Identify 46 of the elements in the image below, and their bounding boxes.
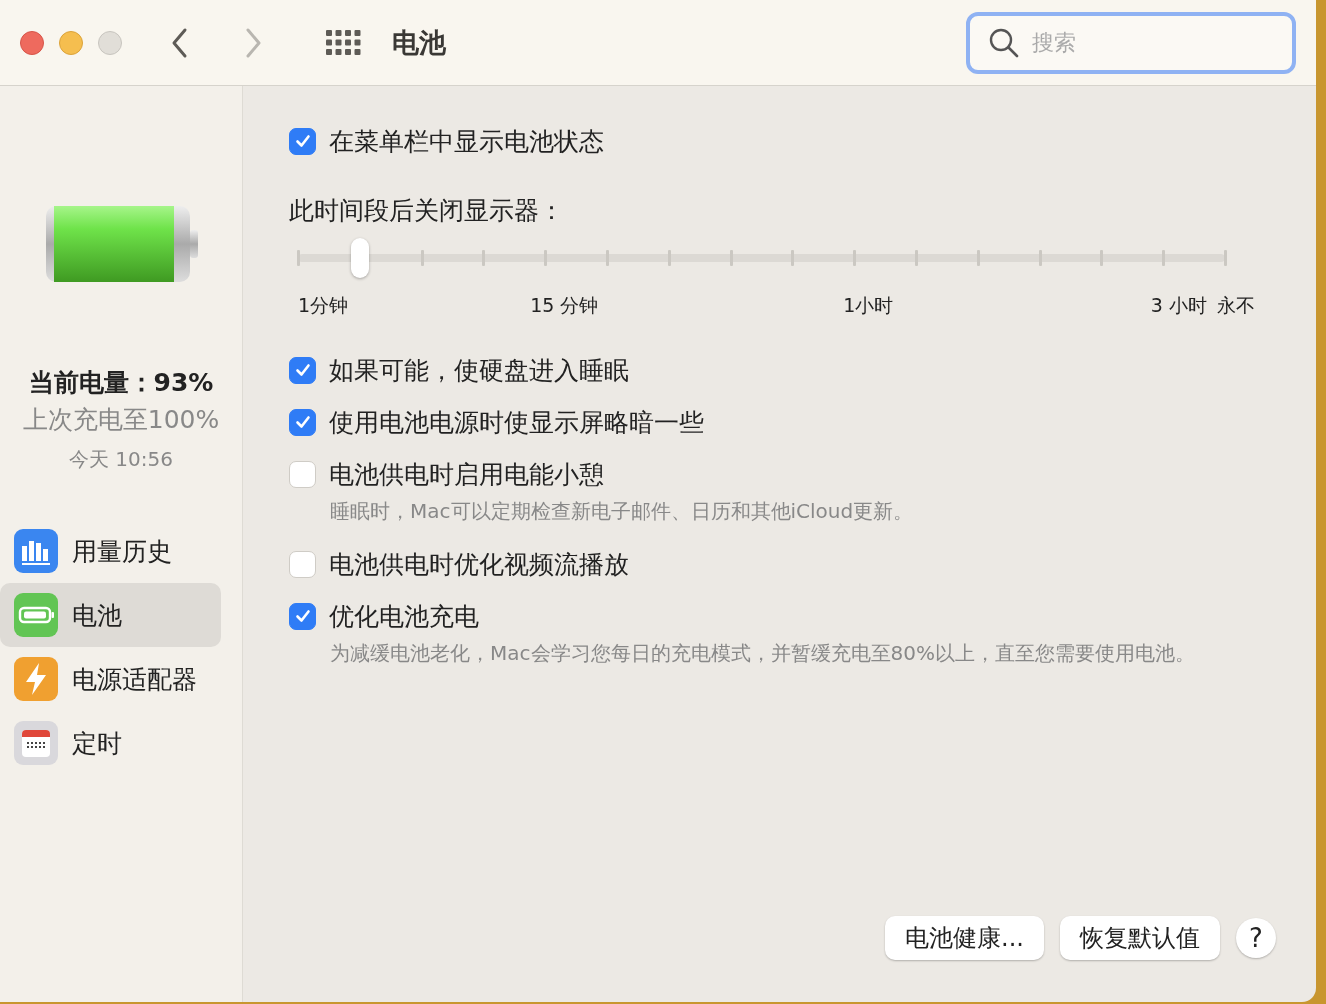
tick-label: 1小时 — [843, 293, 894, 318]
window-title: 电池 — [392, 25, 446, 60]
option-description: 为减缓电池老化，Mac会学习您每日的充电模式，并暂缓充电至80%以上，直至您需要使用电池。 — [330, 640, 1196, 667]
battery-status-text: 当前电量：93% — [28, 367, 214, 399]
calendar-icon — [14, 721, 58, 765]
sidebar-item[interactable]: 定时 — [0, 721, 221, 765]
option-label: 电池供电时启用电能小憩 — [329, 458, 604, 491]
sidebar-item[interactable]: 电源适配器 — [0, 657, 221, 701]
action-button[interactable]: 电池健康... — [885, 916, 1044, 960]
sidebar-item[interactable]: 用量历史 — [0, 529, 221, 573]
option-label: 在菜单栏中显示电池状态 — [329, 125, 604, 158]
checkbox[interactable] — [289, 460, 316, 488]
checkbox[interactable] — [289, 602, 316, 630]
battery-status-text: 今天 10:56 — [69, 446, 173, 473]
search-icon — [988, 26, 1020, 59]
close-button[interactable] — [20, 30, 44, 55]
checkmark-icon — [293, 607, 312, 625]
checkbox[interactable] — [289, 127, 316, 155]
tick-label: 3 小时 — [1150, 293, 1207, 318]
tick-label: 1分钟 — [298, 293, 349, 318]
tick-label: 永不 — [1216, 293, 1255, 318]
option-label: 使用电池电源时使显示屏略暗一些 — [329, 406, 704, 439]
search-box[interactable]: 搜索 — [966, 11, 1296, 74]
tick-label: 15 分钟 — [530, 293, 599, 318]
checkmark-icon — [293, 132, 312, 150]
checkmark-icon — [293, 413, 312, 431]
checkmark-icon — [293, 361, 312, 379]
action-button[interactable]: 恢复默认值 — [1060, 916, 1220, 960]
slider-label: 此时间段后关闭显示器： — [289, 195, 565, 227]
grid-icon[interactable] — [326, 29, 362, 56]
search-field[interactable]: 搜索 — [1030, 29, 1254, 56]
checkbox[interactable] — [289, 356, 316, 384]
option-label: 如果可能，使硬盘进入睡眠 — [329, 354, 629, 387]
battery-icon — [14, 593, 58, 637]
battery-status-text: 上次充电至100% — [22, 404, 220, 436]
checkbox[interactable] — [289, 408, 316, 436]
minimize-button[interactable] — [59, 30, 83, 55]
sidebar-item[interactable]: 电池 — [0, 583, 221, 647]
option-label: 电池供电时优化视频流播放 — [329, 548, 629, 581]
option-description: 睡眠时，Mac可以定期检查新电子邮件、日历和其他iCloud更新。 — [330, 498, 915, 525]
bar-chart-icon — [14, 529, 58, 573]
checkbox[interactable] — [289, 550, 316, 578]
slider-thumb[interactable] — [350, 238, 369, 278]
lightning-icon — [14, 657, 58, 701]
help-button[interactable]: ? — [1236, 918, 1276, 958]
option-label: 优化电池充电 — [329, 600, 479, 633]
